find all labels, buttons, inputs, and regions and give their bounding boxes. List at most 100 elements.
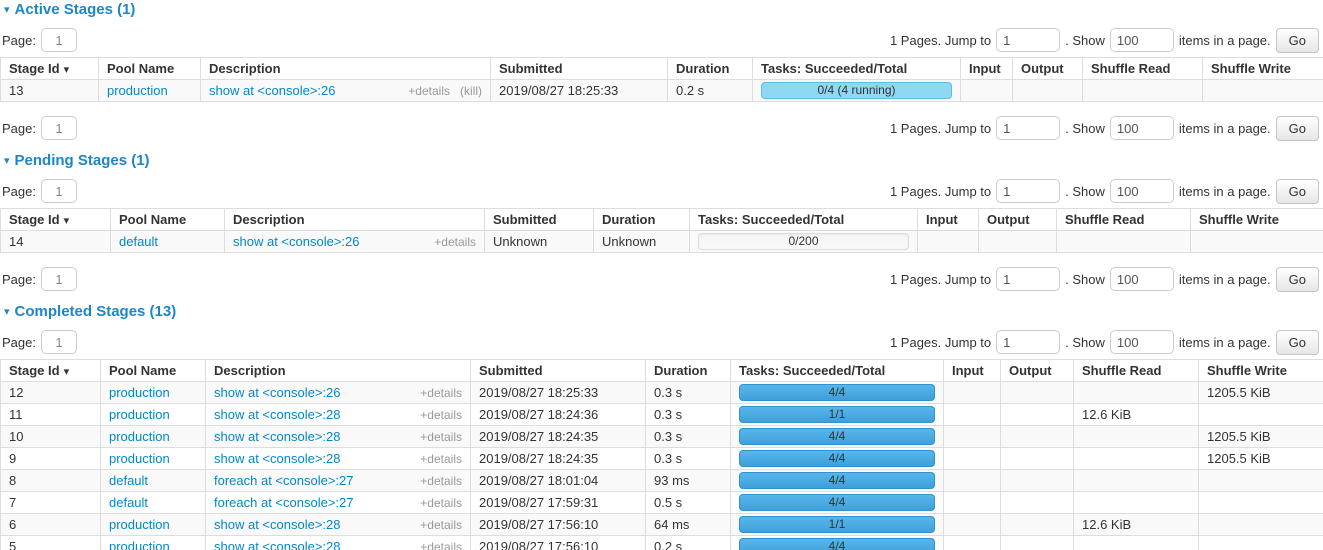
column-header-duration[interactable]: Duration xyxy=(646,360,731,382)
items-per-page-input[interactable] xyxy=(1110,330,1174,354)
description-link[interactable]: show at <console>:26 xyxy=(233,234,359,249)
column-header-shuffle-write[interactable]: Shuffle Write xyxy=(1203,58,1323,80)
pool-name-link[interactable]: default xyxy=(109,495,148,510)
description-link[interactable]: show at <console>:26 xyxy=(214,385,340,400)
description-link[interactable]: foreach at <console>:27 xyxy=(214,495,354,510)
pool-name-cell: production xyxy=(101,514,206,536)
column-header-pool-name[interactable]: Pool Name xyxy=(99,58,201,80)
jump-to-page-input[interactable] xyxy=(996,28,1060,52)
column-header-shuffle-write[interactable]: Shuffle Write xyxy=(1191,209,1323,231)
duration-cell: 0.3 s xyxy=(646,404,731,426)
column-header-stage-id[interactable]: Stage Id▾ xyxy=(1,360,101,382)
stage-id: 5 xyxy=(9,539,16,550)
column-header-tasks-succeeded-total[interactable]: Tasks: Succeeded/Total xyxy=(753,58,961,80)
pool-name-link[interactable]: default xyxy=(119,234,158,249)
column-header-duration[interactable]: Duration xyxy=(594,209,690,231)
pool-name-link[interactable]: production xyxy=(109,429,170,444)
jump-to-page-input[interactable] xyxy=(996,179,1060,203)
details-toggle-link[interactable]: +details xyxy=(420,474,462,488)
pool-name-link[interactable]: production xyxy=(109,385,170,400)
details-toggle-link[interactable]: +details xyxy=(420,496,462,510)
jump-to-page-input[interactable] xyxy=(996,330,1060,354)
details-toggle-link[interactable]: +details xyxy=(434,235,476,249)
column-header-shuffle-read[interactable]: Shuffle Read xyxy=(1083,58,1203,80)
details-toggle-link[interactable]: +details xyxy=(420,540,462,550)
kill-stage-link[interactable]: (kill) xyxy=(460,84,482,98)
column-header-pool-name[interactable]: Pool Name xyxy=(101,360,206,382)
column-header-output[interactable]: Output xyxy=(979,209,1057,231)
items-per-page-input[interactable] xyxy=(1110,116,1174,140)
shuffle-read-cell: 12.6 KiB xyxy=(1074,514,1199,536)
description-link[interactable]: show at <console>:26 xyxy=(209,83,335,98)
jump-to-page-input[interactable] xyxy=(996,267,1060,291)
column-header-submitted[interactable]: Submitted xyxy=(471,360,646,382)
column-header-shuffle-write[interactable]: Shuffle Write xyxy=(1199,360,1323,382)
description-link[interactable]: show at <console>:28 xyxy=(214,517,340,532)
stage-id: 8 xyxy=(9,473,16,488)
description-link[interactable]: show at <console>:28 xyxy=(214,451,340,466)
description-link[interactable]: show at <console>:28 xyxy=(214,429,340,444)
go-button[interactable]: Go xyxy=(1276,330,1319,355)
go-button[interactable]: Go xyxy=(1276,179,1319,204)
items-per-page-input[interactable] xyxy=(1110,28,1174,52)
duration-value: Unknown xyxy=(602,234,656,249)
details-toggle-link[interactable]: +details xyxy=(420,518,462,532)
column-header-output[interactable]: Output xyxy=(1001,360,1074,382)
submitted-time: 2019/08/27 17:56:10 xyxy=(479,517,598,532)
column-header-description[interactable]: Description xyxy=(201,58,491,80)
description-link[interactable]: show at <console>:28 xyxy=(214,539,340,550)
column-header-output[interactable]: Output xyxy=(1013,58,1083,80)
completed-stages-header[interactable]: ▾Completed Stages (13) xyxy=(4,304,1323,320)
pagination-left: Page: xyxy=(2,116,77,140)
description-link[interactable]: show at <console>:28 xyxy=(214,407,340,422)
submitted-cell: 2019/08/27 18:24:36 xyxy=(471,404,646,426)
pool-name-link[interactable]: production xyxy=(107,83,168,98)
column-header-input[interactable]: Input xyxy=(944,360,1001,382)
active-stages-header[interactable]: ▾Active Stages (1) xyxy=(4,2,1323,18)
shuffle-read-size: 12.6 KiB xyxy=(1082,407,1131,422)
page-number-input[interactable] xyxy=(41,116,77,140)
details-toggle-link[interactable]: +details xyxy=(408,84,450,98)
column-header-duration[interactable]: Duration xyxy=(668,58,753,80)
column-header-label: Submitted xyxy=(499,61,563,76)
go-button[interactable]: Go xyxy=(1276,267,1319,292)
column-header-tasks-succeeded-total[interactable]: Tasks: Succeeded/Total xyxy=(731,360,944,382)
column-header-submitted[interactable]: Submitted xyxy=(491,58,668,80)
details-toggle-link[interactable]: +details xyxy=(420,408,462,422)
items-per-page-input[interactable] xyxy=(1110,179,1174,203)
column-header-description[interactable]: Description xyxy=(225,209,485,231)
details-toggle-link[interactable]: +details xyxy=(420,430,462,444)
items-per-page-input[interactable] xyxy=(1110,267,1174,291)
pool-name-link[interactable]: production xyxy=(109,451,170,466)
column-header-shuffle-read[interactable]: Shuffle Read xyxy=(1057,209,1191,231)
column-header-stage-id[interactable]: Stage Id▾ xyxy=(1,58,99,80)
details-toggle-link[interactable]: +details xyxy=(420,452,462,466)
column-header-input[interactable]: Input xyxy=(961,58,1013,80)
pagination-right: 1 Pages. Jump to. Showitems in a page.Go xyxy=(890,28,1319,53)
go-button[interactable]: Go xyxy=(1276,28,1319,53)
page-number-input[interactable] xyxy=(41,330,77,354)
pool-name-link[interactable]: production xyxy=(109,407,170,422)
pool-name-link[interactable]: production xyxy=(109,539,170,550)
jump-to-page-input[interactable] xyxy=(996,116,1060,140)
column-header-stage-id[interactable]: Stage Id▾ xyxy=(1,209,111,231)
column-header-pool-name[interactable]: Pool Name xyxy=(111,209,225,231)
page-number-input[interactable] xyxy=(41,267,77,291)
submitted-time: 2019/08/27 18:24:35 xyxy=(479,429,598,444)
pool-name-link[interactable]: production xyxy=(109,517,170,532)
page-number-input[interactable] xyxy=(41,179,77,203)
pending-stages-header[interactable]: ▾Pending Stages (1) xyxy=(4,153,1323,169)
stage-id: 7 xyxy=(9,495,16,510)
duration-value: 93 ms xyxy=(654,473,689,488)
column-header-submitted[interactable]: Submitted xyxy=(485,209,594,231)
stage-row: 14defaultshow at <console>:26+detailsUnk… xyxy=(1,231,1323,253)
go-button[interactable]: Go xyxy=(1276,116,1319,141)
pool-name-link[interactable]: default xyxy=(109,473,148,488)
column-header-input[interactable]: Input xyxy=(918,209,979,231)
column-header-description[interactable]: Description xyxy=(206,360,471,382)
details-toggle-link[interactable]: +details xyxy=(420,386,462,400)
description-link[interactable]: foreach at <console>:27 xyxy=(214,473,354,488)
column-header-shuffle-read[interactable]: Shuffle Read xyxy=(1074,360,1199,382)
page-number-input[interactable] xyxy=(41,28,77,52)
column-header-tasks-succeeded-total[interactable]: Tasks: Succeeded/Total xyxy=(690,209,918,231)
